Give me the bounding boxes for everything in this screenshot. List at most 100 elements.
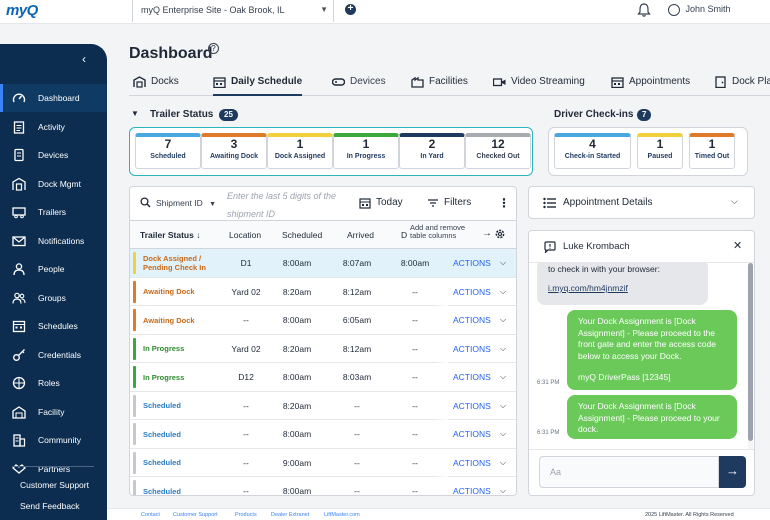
status-card-awaiting-dock[interactable]: 3 Awaiting Dock (201, 133, 267, 169)
close-icon[interactable]: ✕ (733, 239, 742, 252)
site-selector[interactable]: myQ Enterprise Site - Oak Brook, IL ▼ (132, 0, 334, 22)
sidebar-item-groups[interactable]: Groups (0, 284, 107, 312)
calendar-icon (359, 198, 371, 209)
table-row[interactable]: Scheduled -- 8:00am -- -- ACTIONS ⌵ (130, 420, 516, 449)
actions-button[interactable]: ACTIONS (453, 249, 491, 277)
appointment-details-dropdown[interactable]: Appointment Details ⌵ (528, 186, 755, 219)
table-row[interactable]: In Progress D12 8:00am 8:03am -- ACTIONS ⌵ (130, 363, 516, 392)
footer-link-contact[interactable]: Contact (141, 512, 160, 518)
table-row[interactable]: Scheduled -- 8:00am -- -- ACTIONS ⌵ (130, 477, 516, 496)
status-card-label: Dock Assigned (274, 153, 326, 160)
chevron-down-icon[interactable]: ⌵ (500, 306, 506, 334)
add-site-icon[interactable]: + (345, 4, 356, 15)
row-scheduled: 8:00am (282, 486, 312, 496)
tab-video-streaming[interactable]: Video Streaming (493, 72, 585, 96)
footer: Contact Customer Support Products Dealer… (107, 508, 770, 520)
shipment-id-select[interactable]: Shipment ID ▼ (140, 197, 216, 208)
gauge-icon (12, 93, 26, 103)
status-card-scheduled[interactable]: 7 Scheduled (135, 133, 201, 169)
chat-message-input[interactable] (539, 456, 719, 488)
chevron-down-icon[interactable]: ⌵ (500, 449, 506, 477)
user-menu[interactable]: John Smith (668, 2, 731, 16)
actions-button[interactable]: ACTIONS (453, 420, 491, 448)
sidebar-item-facility[interactable]: Facility (0, 398, 107, 426)
footer-link-dealer-extranet[interactable]: Dealer Extranet (271, 512, 309, 518)
sidebar-item-dashboard[interactable]: Dashboard (0, 84, 107, 112)
actions-button[interactable]: ACTIONS (453, 278, 491, 306)
tab-devices[interactable]: Devices (332, 72, 386, 96)
today-button[interactable]: Today (359, 197, 403, 209)
tab-docks[interactable]: Docks (133, 72, 179, 96)
chevron-down-icon[interactable]: ⌵ (500, 420, 506, 448)
sidebar-item-people[interactable]: People (0, 255, 107, 283)
actions-button[interactable]: ACTIONS (453, 363, 491, 391)
actions-button[interactable]: ACTIONS (453, 335, 491, 363)
gear-icon[interactable] (494, 228, 506, 240)
chevron-down-icon[interactable]: ⌵ (500, 278, 506, 306)
help-icon[interactable]: ? (208, 43, 219, 54)
col-scheduled[interactable]: Scheduled (282, 230, 322, 240)
status-card-check-in-started[interactable]: 4 Check-in Started (554, 133, 631, 169)
chevron-down-icon[interactable]: ⌵ (500, 477, 506, 495)
row-scheduled: 8:20am (282, 343, 312, 354)
shipment-id-input[interactable]: Enter the last 5 digits of the shipment … (227, 187, 345, 223)
sidebar-item-partners[interactable]: Partners (0, 455, 107, 483)
calendar-icon (611, 77, 624, 88)
chevron-down-icon[interactable]: ⌵ (500, 392, 506, 420)
sidebar-item-dock-mgmt[interactable]: Dock Mgmt (0, 170, 107, 198)
table-row[interactable]: In Progress Yard 02 8:20am 8:12am -- ACTIONS ⌵ (130, 334, 516, 363)
sidebar-item-notifications[interactable]: Notifications (0, 227, 107, 255)
status-card-timed-out[interactable]: 1 Timed Out (689, 133, 735, 169)
tab-daily-schedule[interactable]: Daily Schedule (213, 72, 303, 96)
actions-button[interactable]: ACTIONS (453, 449, 491, 477)
status-card-count: 4 (589, 137, 596, 151)
col-arrived[interactable]: Arrived (347, 230, 374, 240)
table-row[interactable]: Awaiting Dock -- 8:00am 6:05am -- ACTIONS ⌵ (130, 306, 516, 335)
bell-icon[interactable] (636, 2, 652, 18)
status-card-checked-out[interactable]: 12 Checked Out (465, 133, 531, 169)
collapse-icon[interactable]: ‹ (82, 52, 86, 66)
checkin-link[interactable]: i.myq.com/hm4jnmzif (548, 282, 697, 295)
tab-facilities[interactable]: Facilities (411, 72, 468, 96)
footer-link-products[interactable]: Products (235, 512, 257, 518)
chevron-down-icon[interactable]: ⌵ (500, 335, 506, 363)
send-button[interactable]: → (719, 456, 746, 488)
status-card-in-yard[interactable]: 2 In Yard (399, 133, 465, 169)
footer-link-liftmaster[interactable]: LiftMaster.com (324, 512, 360, 518)
sidebar-item-trailers[interactable]: Trailers (0, 198, 107, 226)
chat-scrollbar-thumb[interactable] (748, 263, 753, 441)
more-options-icon[interactable]: ⋮ (498, 196, 510, 210)
chevron-down-icon[interactable]: ▼ (131, 109, 139, 118)
sidebar-item-schedules[interactable]: Schedules (0, 312, 107, 340)
sidebar-item-roles[interactable]: Roles (0, 369, 107, 397)
filters-button[interactable]: Filters (427, 197, 471, 208)
chevron-down-icon[interactable]: ⌵ (500, 249, 506, 277)
table-row[interactable]: Scheduled -- 9:00am -- -- ACTIONS ⌵ (130, 448, 516, 477)
table-row[interactable]: Dock Assigned / Pending Check In D1 8:00am… (130, 249, 516, 278)
chevron-down-icon[interactable]: ⌵ (500, 363, 506, 391)
col-truncated[interactable]: D (401, 230, 407, 240)
sidebar-item-credentials[interactable]: Credentials (0, 341, 107, 369)
actions-button[interactable]: ACTIONS (453, 477, 491, 495)
status-card-dock-assigned[interactable]: 1 Dock Assigned (267, 133, 333, 169)
tab-dock-plan[interactable]: Dock Pla (714, 72, 770, 96)
table-row[interactable]: Scheduled -- 8:20am -- -- ACTIONS ⌵ (130, 391, 516, 420)
tab-appointments[interactable]: Appointments (611, 72, 690, 96)
myq-logo[interactable]: myQ (6, 2, 38, 19)
sidebar-item-devices[interactable]: Devices (0, 141, 107, 169)
sidebar-item-label: Devices (38, 150, 69, 160)
footer-link-customer-support[interactable]: Customer Support (173, 512, 218, 518)
table-row[interactable]: Awaiting Dock Yard 02 8:20am 8:12am -- ACTION… (130, 277, 516, 306)
actions-button[interactable]: ACTIONS (453, 392, 491, 420)
customer-support-link[interactable]: Customer Support (20, 480, 89, 490)
sidebar-item-activity[interactable]: Activity (0, 113, 107, 141)
status-card-in-progress[interactable]: 1 In Progress (333, 133, 399, 169)
actions-button[interactable]: ACTIONS (453, 306, 491, 334)
sidebar-item-community[interactable]: Community (0, 426, 107, 454)
status-card-paused[interactable]: 1 Paused (637, 133, 683, 169)
col-location[interactable]: Location (229, 230, 261, 240)
col-trailer-status[interactable]: Trailer Status ↓ (140, 230, 200, 240)
tab-bar: Docks Daily Schedule Devices Facilities … (129, 72, 770, 96)
send-feedback-link[interactable]: Send Feedback (20, 501, 80, 511)
row-arrived: -- (354, 400, 360, 411)
